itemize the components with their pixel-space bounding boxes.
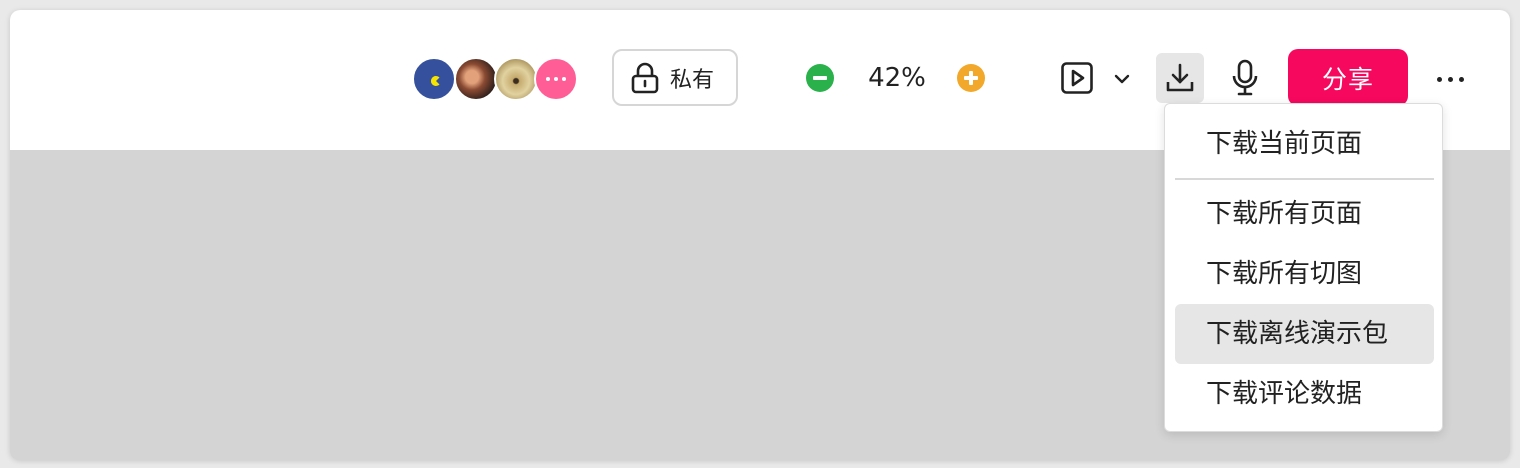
avatar-glyph — [431, 76, 441, 86]
present-button[interactable] — [1060, 61, 1094, 95]
zoom-level[interactable]: 42% — [862, 62, 932, 94]
menu-item-download-offline-package[interactable]: 下载离线演示包 — [1175, 304, 1434, 364]
microphone-button[interactable] — [1230, 59, 1260, 97]
avatar[interactable] — [454, 57, 498, 101]
download-menu: 下载当前页面 下载所有页面 下载所有切图 下载离线演示包 下载评论数据 — [1164, 103, 1443, 432]
zoom-out-button[interactable] — [806, 64, 834, 92]
more-options-button[interactable] — [1430, 68, 1470, 90]
zoom-in-button[interactable] — [957, 64, 985, 92]
play-square-icon — [1061, 62, 1093, 94]
menu-item-download-all-pages[interactable]: 下载所有页面 — [1175, 184, 1434, 244]
chevron-down-icon — [1114, 74, 1130, 84]
share-button[interactable]: 分享 — [1288, 49, 1408, 106]
menu-item-download-all-slices[interactable]: 下载所有切图 — [1175, 244, 1434, 304]
avatar[interactable] — [412, 57, 456, 101]
more-horizontal-icon — [1436, 76, 1442, 82]
app-window: 私有 42% 分享 下载当前页面 下载所有页面 下载所有切图 下载离线演示包 下… — [10, 10, 1510, 460]
lock-icon — [630, 62, 660, 94]
privacy-label: 私有 — [670, 67, 715, 93]
more-dots-icon — [546, 77, 566, 81]
privacy-button[interactable]: 私有 — [612, 49, 738, 106]
download-icon — [1166, 63, 1194, 92]
more-collaborators-button[interactable] — [534, 57, 578, 101]
present-options-button[interactable] — [1111, 68, 1133, 90]
menu-divider — [1175, 178, 1434, 180]
menu-item-download-comments[interactable]: 下载评论数据 — [1175, 364, 1434, 424]
download-button[interactable] — [1156, 53, 1204, 103]
collaborator-avatars[interactable] — [412, 57, 582, 101]
menu-item-download-current-page[interactable]: 下载当前页面 — [1175, 114, 1434, 174]
avatar[interactable] — [494, 57, 538, 101]
microphone-icon — [1232, 59, 1258, 96]
